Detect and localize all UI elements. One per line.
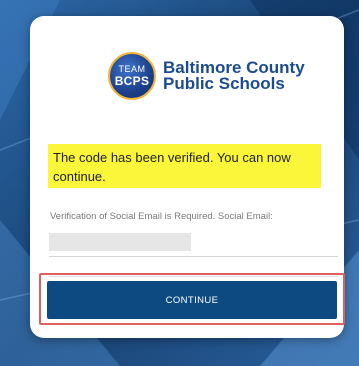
badge-line-2: BCPS — [114, 74, 150, 88]
verification-card: TEAM BCPS Baltimore County Public School… — [30, 16, 345, 338]
social-email-value-redacted — [49, 233, 191, 251]
continue-button[interactable]: CONTINUE — [47, 281, 337, 319]
verified-message: The code has been verified. You can now … — [48, 144, 321, 188]
brand-line-2: Public Schools — [163, 74, 285, 93]
brand-name: Baltimore County Public Schools — [163, 59, 305, 93]
badge-line-1: TEAM — [118, 64, 146, 74]
divider — [49, 256, 338, 257]
social-email-label: Verification of Social Email is Required… — [50, 211, 273, 222]
bcps-logo: TEAM BCPS Baltimore County Public School… — [108, 52, 305, 100]
team-bcps-badge-icon: TEAM BCPS — [108, 52, 156, 100]
